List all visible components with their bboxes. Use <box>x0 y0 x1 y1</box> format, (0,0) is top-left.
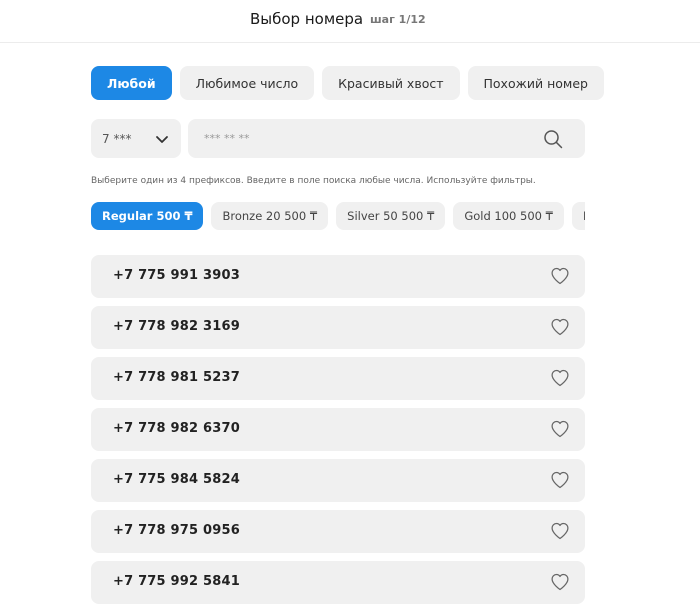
filter-chip-bronze[interactable]: Bronze 20 500 ₸ <box>211 202 329 230</box>
heart-icon[interactable] <box>550 470 570 490</box>
prefix-value: 7 *** <box>102 131 132 146</box>
phone-number: +7 775 991 3903 <box>113 268 240 283</box>
search-box <box>188 119 585 158</box>
heart-icon[interactable] <box>550 521 570 541</box>
list-item[interactable]: +7 778 982 6370 <box>91 408 585 451</box>
filter-chip-gold[interactable]: Gold 100 500 ₸ <box>453 202 564 230</box>
tab-beautiful-tail[interactable]: Красивый хвост <box>322 66 460 100</box>
search-hint: Выберите один из 4 префиксов. Введите в … <box>91 176 536 186</box>
list-item[interactable]: +7 778 982 3169 <box>91 306 585 349</box>
list-item[interactable]: +7 778 981 5237 <box>91 357 585 400</box>
heart-icon[interactable] <box>550 317 570 337</box>
heart-icon[interactable] <box>550 419 570 439</box>
chevron-down-icon <box>156 136 168 143</box>
phone-number: +7 775 992 5841 <box>113 574 240 589</box>
list-item[interactable]: +7 778 975 0956 <box>91 510 585 553</box>
heart-icon[interactable] <box>550 572 570 592</box>
list-item[interactable]: +7 775 991 3903 <box>91 255 585 298</box>
filter-chip-silver[interactable]: Silver 50 500 ₸ <box>336 202 446 230</box>
search-icon[interactable] <box>543 129 563 149</box>
tab-favorite-number[interactable]: Любимое число <box>179 66 315 100</box>
step-indicator: шаг 1/12 <box>370 13 426 26</box>
search-input[interactable] <box>188 119 528 158</box>
heart-icon[interactable] <box>550 368 570 388</box>
phone-number: +7 778 982 3169 <box>113 319 240 334</box>
phone-number: +7 778 975 0956 <box>113 523 240 538</box>
header: Выбор номера шаг 1/12 <box>0 0 700 43</box>
page-title: Выбор номера <box>250 10 364 28</box>
prefix-dropdown[interactable]: 7 *** <box>91 119 181 158</box>
phone-number: +7 775 984 5824 <box>113 472 240 487</box>
price-filter-bar[interactable]: Regular 500 ₸ Bronze 20 500 ₸ Silver 50 … <box>91 202 585 230</box>
tab-any[interactable]: Любой <box>91 66 172 100</box>
mode-tabs: Любой Любимое число Красивый хвост Похож… <box>91 66 604 100</box>
number-list: +7 775 991 3903 +7 778 982 3169 +7 778 9… <box>91 255 585 612</box>
list-item[interactable]: +7 775 984 5824 <box>91 459 585 502</box>
filter-chip-platinum[interactable]: Pla <box>571 202 585 230</box>
phone-number: +7 778 982 6370 <box>113 421 240 436</box>
phone-number: +7 778 981 5237 <box>113 370 240 385</box>
heart-icon[interactable] <box>550 266 570 286</box>
list-item[interactable]: +7 775 992 5841 <box>91 561 585 604</box>
filter-chip-regular[interactable]: Regular 500 ₸ <box>91 202 204 230</box>
tab-similar-number[interactable]: Похожий номер <box>467 66 604 100</box>
